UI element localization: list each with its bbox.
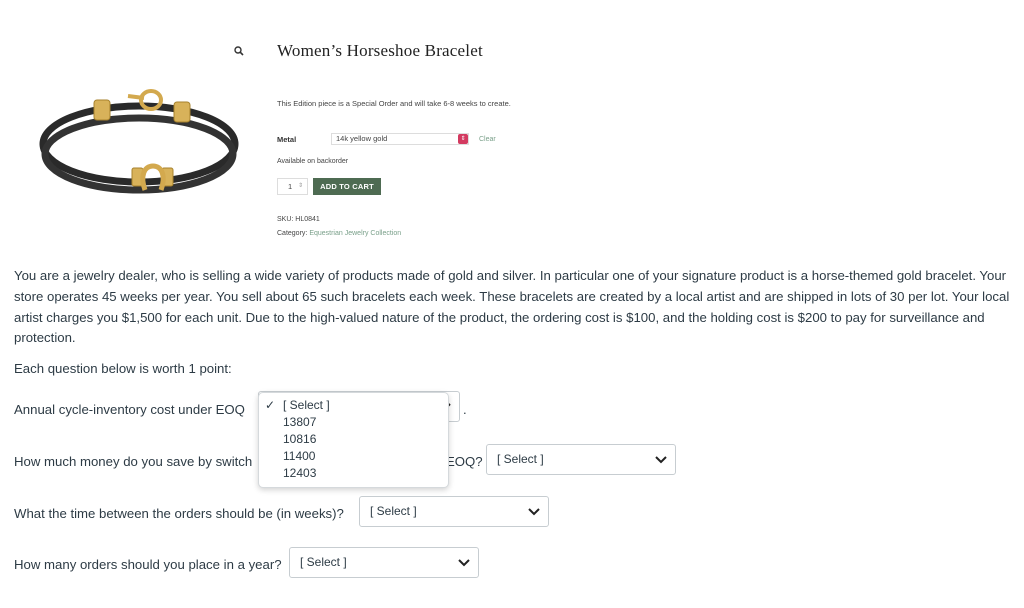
question-1-period: . xyxy=(463,402,467,417)
edition-note: This Edition piece is a Special Order an… xyxy=(277,99,511,108)
question-3-text: What the time between the orders should … xyxy=(14,506,344,521)
question-2-text-start: How much money do you save by switch xyxy=(14,454,253,469)
points-note: Each question below is worth 1 point: xyxy=(14,361,232,376)
metal-select[interactable]: 14k yellow gold ⇕ xyxy=(331,133,469,145)
question-1-dropdown-menu: ✓ [ Select ] 13807 10816 11400 12403 xyxy=(258,392,449,488)
metal-label: Metal xyxy=(277,135,297,144)
sku-text: SKU: HL0841 xyxy=(277,216,320,223)
chevron-down-icon xyxy=(655,456,667,464)
question-4-select-value: [ Select ] xyxy=(300,555,347,569)
stepper-arrows-icon[interactable]: ⇕ xyxy=(298,179,303,194)
check-icon: ✓ xyxy=(265,398,276,412)
search-icon[interactable] xyxy=(234,46,244,56)
dropdown-option[interactable]: 10816 xyxy=(283,432,316,446)
category-link[interactable]: Equestrian Jewelry Collection xyxy=(309,230,401,237)
question-2-text-end: EOQ? xyxy=(446,454,483,469)
dropdown-option[interactable]: 11400 xyxy=(283,449,315,463)
add-to-cart-button[interactable]: ADD TO CART xyxy=(313,178,381,195)
chevron-down-icon xyxy=(528,508,540,516)
chevron-down-icon xyxy=(458,559,470,567)
problem-statement: You are a jewelry dealer, who is selling… xyxy=(14,268,1010,346)
category-line: Category: Equestrian Jewelry Collection xyxy=(277,230,401,237)
availability-text: Available on backorder xyxy=(277,158,349,165)
quantity-stepper[interactable]: 1 ⇕ xyxy=(277,178,308,195)
question-1-text: Annual cycle-inventory cost under EOQ xyxy=(14,402,245,417)
product-title: Women’s Horseshoe Bracelet xyxy=(277,41,483,60)
question-2-select[interactable]: [ Select ] xyxy=(486,444,676,475)
category-label: Category: xyxy=(277,230,308,237)
metal-select-value: 14k yellow gold xyxy=(336,134,388,143)
question-4-select[interactable]: [ Select ] xyxy=(289,547,479,578)
question-4-text: How many orders should you place in a ye… xyxy=(14,557,282,572)
select-arrows-icon: ⇕ xyxy=(458,134,468,144)
question-2-select-value: [ Select ] xyxy=(497,452,544,466)
question-3-select[interactable]: [ Select ] xyxy=(359,496,549,527)
quantity-value: 1 xyxy=(288,182,293,191)
dropdown-option[interactable]: [ Select ] xyxy=(283,398,330,412)
clear-link[interactable]: Clear xyxy=(479,136,496,143)
question-3-select-value: [ Select ] xyxy=(370,504,417,518)
bracelet-image xyxy=(39,89,239,194)
dropdown-option[interactable]: 12403 xyxy=(283,466,316,480)
dropdown-option[interactable]: 13807 xyxy=(283,415,316,429)
